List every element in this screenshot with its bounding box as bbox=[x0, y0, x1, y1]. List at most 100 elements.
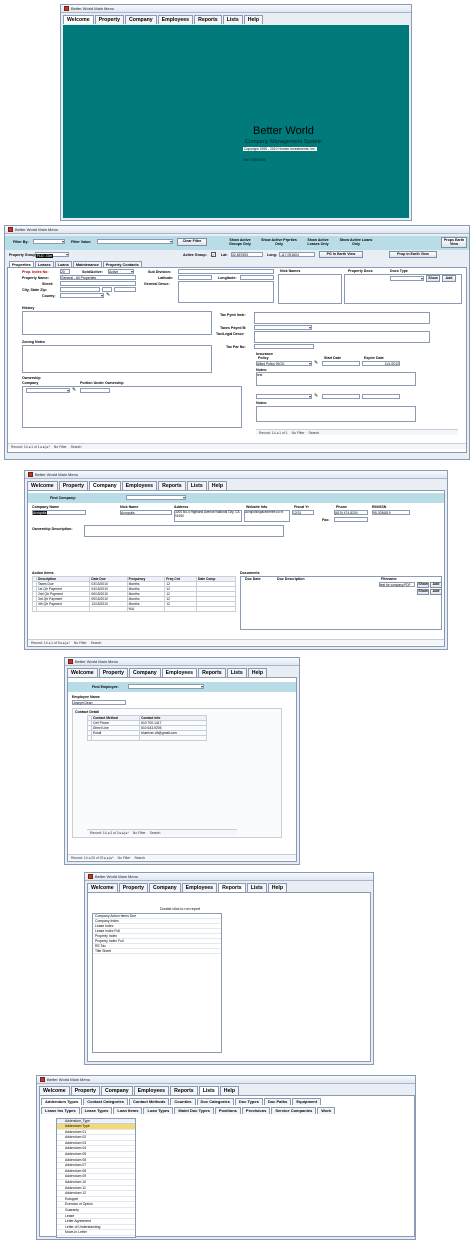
zip-field[interactable] bbox=[114, 287, 136, 292]
tab-employees[interactable]: Employees bbox=[133, 1086, 170, 1095]
expire-date-new-field[interactable] bbox=[362, 394, 400, 399]
list-tab[interactable]: Counties bbox=[170, 1098, 196, 1105]
action-cell[interactable] bbox=[89, 606, 128, 612]
insurance-notes-field[interactable]: test bbox=[256, 372, 416, 386]
search-box[interactable]: Search bbox=[150, 831, 161, 835]
tab-property[interactable]: Property bbox=[94, 15, 125, 24]
tab-help[interactable]: Help bbox=[243, 15, 264, 24]
ein-field[interactable]: 95-3036819 bbox=[372, 510, 410, 515]
doc-filename-field[interactable]: test for company.PDF bbox=[379, 582, 415, 587]
tab-lists[interactable]: Lists bbox=[198, 1086, 219, 1095]
expire-date-field[interactable]: 11/1/2010 bbox=[362, 361, 400, 366]
fiscal-yr-field[interactable]: 12/31 bbox=[292, 510, 314, 515]
list-tab[interactable]: Contact Methods bbox=[128, 1098, 170, 1105]
inner-record-navigator[interactable]: Record: 14 ◂ 1 of 1 No Filter Search bbox=[256, 429, 458, 435]
phone-field[interactable]: (619) 474-8200 bbox=[334, 510, 368, 515]
tax-pymt-instr-field[interactable] bbox=[254, 312, 430, 324]
list-tab[interactable]: Doc Types bbox=[234, 1098, 263, 1105]
address-field[interactable]: 3200 B4-4 Highland Avenue National City,… bbox=[174, 510, 242, 522]
search-box[interactable]: Search bbox=[71, 445, 82, 449]
tab-property[interactable]: Property bbox=[70, 1086, 101, 1095]
tab-help[interactable]: Help bbox=[207, 481, 228, 490]
list-tab[interactable]: Work bbox=[317, 1107, 336, 1114]
search-box[interactable]: Search bbox=[308, 431, 319, 435]
documents-grid[interactable]: Doc Date Doc Description Filename test f… bbox=[240, 576, 442, 630]
tab-lists[interactable]: Lists bbox=[222, 15, 243, 24]
list-tab[interactable]: Doc Categories bbox=[196, 1098, 234, 1105]
tax-par-no-field[interactable] bbox=[254, 344, 314, 349]
show-active-groups-button[interactable]: Show Active Groups Only bbox=[223, 237, 257, 248]
record-navigator[interactable]: Record: 14 ◂ 20 of 20 ▸ ▸| ▸* No Filter Se… bbox=[68, 854, 296, 860]
tab-welcome[interactable]: Welcome bbox=[87, 883, 118, 892]
tab-reports[interactable]: Reports bbox=[170, 1086, 198, 1095]
street-field[interactable] bbox=[60, 281, 136, 286]
tab-reports[interactable]: Reports bbox=[218, 883, 246, 892]
list-tab[interactable]: Positions bbox=[214, 1107, 241, 1114]
tab-lists[interactable]: Lists bbox=[226, 668, 247, 677]
tab-lists[interactable]: Lists bbox=[186, 481, 207, 490]
tab-welcome[interactable]: Welcome bbox=[39, 1086, 70, 1095]
county-dropdown[interactable] bbox=[60, 293, 104, 298]
ownership-portion-field[interactable] bbox=[80, 388, 110, 393]
tab-welcome[interactable]: Welcome bbox=[67, 668, 98, 677]
city-field[interactable] bbox=[60, 287, 100, 292]
add-doc-button-2[interactable]: Add bbox=[430, 589, 442, 595]
contact-cell[interactable] bbox=[90, 735, 141, 741]
pencil-icon[interactable]: ✎ bbox=[106, 292, 110, 298]
insurance-new-dropdown[interactable] bbox=[256, 394, 312, 399]
start-date-field[interactable] bbox=[322, 361, 360, 366]
search-box[interactable]: Search bbox=[134, 856, 145, 860]
show-active-leases-button[interactable]: Show Active Leases Only bbox=[301, 237, 335, 248]
website-field[interactable]: Acropolicspacecentre.co m bbox=[244, 510, 290, 522]
tax-legal-descr-field[interactable] bbox=[254, 331, 430, 343]
props-earth-view-button[interactable]: Props Earth View bbox=[441, 237, 467, 248]
tab-company[interactable]: Company bbox=[101, 1086, 133, 1095]
contact-row[interactable] bbox=[87, 735, 207, 741]
filter-value-dropdown[interactable] bbox=[97, 239, 173, 244]
lat-field[interactable]: 32.657693 bbox=[231, 252, 263, 257]
employee-name-field[interactable]: Joseph Dean bbox=[72, 700, 126, 705]
list-tab[interactable]: Service Companies bbox=[271, 1107, 317, 1114]
zoning-notes-field[interactable] bbox=[22, 345, 212, 373]
history-field[interactable] bbox=[22, 311, 212, 335]
general-descr-field[interactable] bbox=[178, 281, 274, 303]
tab-help[interactable]: Help bbox=[219, 1086, 240, 1095]
tab-employees[interactable]: Employees bbox=[161, 668, 198, 677]
action-cell[interactable] bbox=[35, 606, 91, 612]
search-box[interactable]: Search bbox=[91, 641, 102, 645]
pencil-icon[interactable]: ✎ bbox=[314, 393, 318, 399]
sold-active-dropdown[interactable]: Active bbox=[108, 269, 134, 274]
nick-name-field[interactable]: Acropolis bbox=[120, 510, 172, 515]
long-field[interactable]: -117.091604 bbox=[279, 252, 315, 257]
record-navigator[interactable]: Record: 14 ◂ 1 of 5 ▸ ▸| ▸* No Filter Sear… bbox=[28, 639, 444, 645]
pencil-icon[interactable]: ✎ bbox=[72, 387, 76, 393]
inner-record-navigator[interactable]: Record: 14 ◂ 3 of 3 ▸ ▸| ▸* No Filter Sear… bbox=[87, 829, 237, 835]
latitude-field[interactable] bbox=[178, 275, 212, 280]
list-tab[interactable]: Addendum Types bbox=[41, 1098, 83, 1105]
prop-earth-view-button[interactable]: Prop In Earth View bbox=[389, 251, 437, 258]
record-navigator[interactable]: Record: 14 ◂ 1 of 1 ▸ ▸| ▸* No Filter Sear… bbox=[8, 443, 466, 449]
tab-reports[interactable]: Reports bbox=[158, 481, 186, 490]
sub-division-field[interactable] bbox=[178, 269, 274, 274]
show-active-properties-button[interactable]: Show Active Prprties Only bbox=[261, 237, 297, 248]
clear-filter-button[interactable]: Clear Filter bbox=[177, 238, 207, 246]
property-group-dropdown[interactable]: FLD - Gnr bbox=[35, 252, 69, 258]
tab-reports[interactable]: Reports bbox=[198, 668, 226, 677]
reports-list[interactable]: Company Action Items Due Company Index Lea… bbox=[92, 913, 222, 1053]
tab-help[interactable]: Help bbox=[247, 668, 268, 677]
action-cell[interactable]: N/A bbox=[126, 606, 166, 612]
list-tab[interactable]: Doc Paths bbox=[263, 1098, 292, 1105]
tab-welcome[interactable]: Welcome bbox=[27, 481, 58, 490]
tab-property[interactable]: Property bbox=[58, 481, 89, 490]
show-doc-button[interactable]: Show bbox=[417, 582, 429, 588]
filter-by-dropdown[interactable] bbox=[33, 239, 65, 244]
show-active-loans-button[interactable]: Show Active Loans Only bbox=[339, 237, 373, 248]
start-date-new-field[interactable] bbox=[322, 394, 360, 399]
list-item[interactable]: Move-In Letter bbox=[57, 1230, 135, 1236]
list-tab[interactable]: Loan Types bbox=[143, 1107, 174, 1114]
contact-cell[interactable] bbox=[139, 735, 207, 741]
show-docs-button[interactable]: Show bbox=[426, 275, 440, 282]
tab-property[interactable]: Property bbox=[98, 668, 129, 677]
tab-employees[interactable]: Employees bbox=[157, 15, 194, 24]
fax-field[interactable] bbox=[334, 517, 368, 522]
